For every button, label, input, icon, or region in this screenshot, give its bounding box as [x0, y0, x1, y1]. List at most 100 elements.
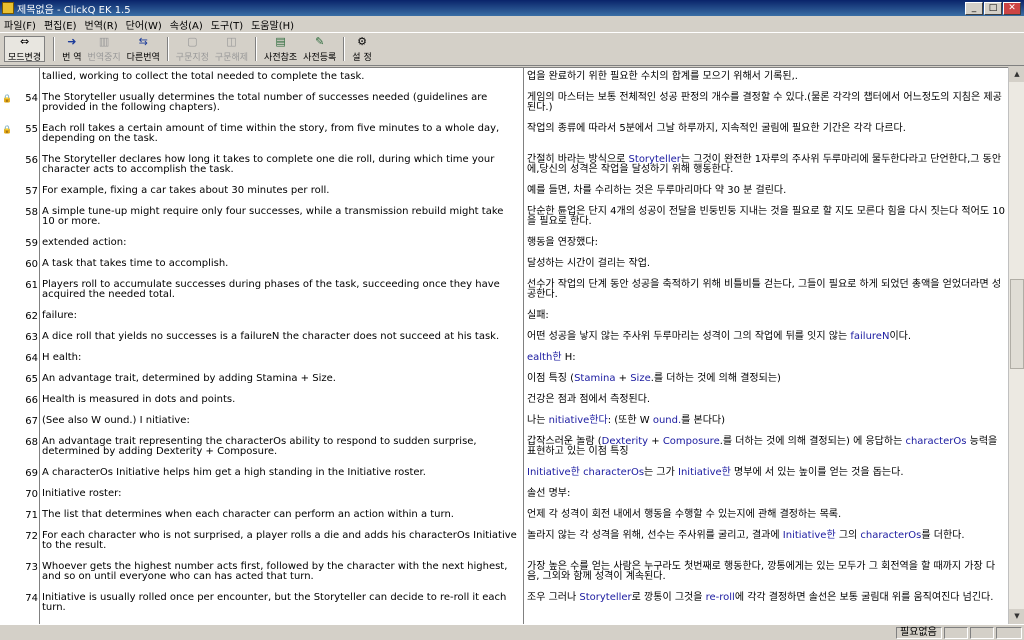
- lock-icon: 🔒: [2, 94, 12, 103]
- source-sentence[interactable]: A characterOs Initiative helps him get a…: [42, 468, 518, 478]
- translated-sentence[interactable]: 갑작스러운 놀람 (Dexterity + Composure.를 더하는 것에…: [527, 437, 1005, 457]
- source-sentence[interactable]: An advantage trait representing the char…: [42, 437, 518, 457]
- source-sentence[interactable]: Initiative is usually rolled once per en…: [42, 593, 518, 613]
- source-sentence[interactable]: A task that takes time to accomplish.: [42, 259, 518, 269]
- toolbar-separator: [255, 37, 258, 61]
- source-sentence[interactable]: The Storyteller declares how long it tak…: [42, 155, 518, 175]
- menu-properties[interactable]: 속성(A): [166, 17, 207, 32]
- swap-icon: ⇆: [138, 34, 148, 48]
- toolbar-separator: [166, 37, 169, 61]
- mode-icon: ⇔: [19, 34, 30, 48]
- vertical-scrollbar[interactable]: ▲ ▼: [1008, 67, 1024, 624]
- translated-sentence[interactable]: 예를 들면, 차를 수리하는 것은 두루마리마다 약 30 분 걸린다.: [527, 186, 1005, 196]
- row-number: 59: [25, 238, 38, 249]
- menu-translate[interactable]: 번역(R): [81, 17, 122, 32]
- scroll-up-icon[interactable]: ▲: [1009, 67, 1024, 82]
- translated-sentence[interactable]: 행동을 연장했다:: [527, 238, 1005, 248]
- row-number: 72: [25, 531, 38, 542]
- translated-sentence[interactable]: 이점 특징 (Stamina + Size.를 더하는 것에 의해 결정되는): [527, 374, 1005, 384]
- translated-sentence[interactable]: 선수가 작업의 단계 동안 성공을 축적하기 위해 비틀비틀 걷는다, 그들이 …: [527, 280, 1005, 300]
- dictionary-register-label: 사전등록: [303, 52, 337, 63]
- source-sentence[interactable]: The list that determines when each chara…: [42, 510, 518, 520]
- dictionary-reference-label: 사전참조: [264, 52, 298, 63]
- title-bar: 제목없음 - ClickQ EK 1.5 _ □ ✕: [0, 0, 1024, 16]
- translated-sentence[interactable]: 언제 각 성격이 회전 내에서 행동을 수행할 수 있는지에 관해 결정하는 목…: [527, 510, 1005, 520]
- arrow-right-icon: ➜: [67, 34, 77, 48]
- translated-sentence[interactable]: 솔선 명부:: [527, 489, 1005, 499]
- phrase-set-button[interactable]: ▢ 구문지정: [173, 33, 212, 65]
- toolbar-separator: [53, 37, 56, 61]
- dictionary-reference-button[interactable]: ▤ 사전참조: [261, 33, 300, 65]
- translated-sentence[interactable]: Initiative한 characterOs는 그가 Initiative한 …: [527, 468, 1005, 478]
- source-sentence[interactable]: (See also W ound.) I nitiative:: [42, 416, 518, 426]
- translated-sentence[interactable]: 놀라지 않는 각 성격을 위해, 선수는 주사위를 굴리고, 결과에 Initi…: [527, 531, 1005, 541]
- source-sentence[interactable]: Whoever gets the highest number acts fir…: [42, 562, 518, 582]
- row-number: 66: [25, 395, 38, 406]
- source-sentence[interactable]: H ealth:: [42, 353, 518, 363]
- translated-sentence[interactable]: 게임의 마스터는 보통 전체적인 성공 판정의 개수를 결정할 수 있다.(물론…: [527, 93, 1005, 113]
- translated-sentence[interactable]: 건강은 점과 점에서 측정된다.: [527, 395, 1005, 405]
- stop-translate-button[interactable]: ▥ 번역중지: [85, 33, 124, 65]
- source-sentence[interactable]: tallied, working to collect the total ne…: [42, 72, 518, 82]
- scroll-thumb[interactable]: [1010, 279, 1024, 369]
- translated-sentence[interactable]: 작업의 종류에 따라서 5분에서 그날 하루까지, 지속적인 굴림에 필요한 기…: [527, 124, 1005, 134]
- translated-sentence[interactable]: 나는 nitiative한다: (또한 W ound.를 본다다): [527, 416, 1005, 426]
- translated-sentence[interactable]: 간절히 바라는 방식으로 Storyteller는 그것이 완전한 1자루의 주…: [527, 155, 1005, 175]
- translate-button[interactable]: ➜ 번 역: [59, 33, 84, 65]
- row-number: 55: [25, 124, 38, 135]
- menu-file[interactable]: 파일(F): [0, 17, 40, 32]
- row-number: 67: [25, 416, 38, 427]
- translated-sentence[interactable]: 어떤 성공을 낳지 않는 주사위 두루마리는 성격이 그의 작업에 뒤를 잇지 …: [527, 332, 1005, 342]
- column-divider: [523, 68, 524, 624]
- phrase-clear-button[interactable]: ◫ 구문해제: [212, 33, 251, 65]
- phrase-clear-label: 구문해제: [214, 52, 249, 63]
- translated-sentence[interactable]: 단순한 튠업은 단지 4개의 성공이 전달을 빈둥빈둥 지내는 것을 필요로 할…: [527, 207, 1005, 227]
- source-sentence[interactable]: extended action:: [42, 238, 518, 248]
- source-sentence[interactable]: failure:: [42, 311, 518, 321]
- source-sentence[interactable]: For example, fixing a car takes about 30…: [42, 186, 518, 196]
- other-translate-label: 다른번역: [126, 52, 160, 63]
- menu-edit[interactable]: 편집(E): [40, 17, 81, 32]
- row-number: 74: [25, 593, 38, 604]
- mode-change-label: 모드변경: [8, 52, 42, 63]
- source-sentence[interactable]: Health is measured in dots and points.: [42, 395, 518, 405]
- maximize-button[interactable]: □: [984, 1, 1002, 15]
- dictionary-icon: ▤: [275, 34, 286, 48]
- row-number: 60: [25, 259, 38, 270]
- source-sentence[interactable]: Initiative roster:: [42, 489, 518, 499]
- translated-sentence[interactable]: 달성하는 시간이 걸리는 작업.: [527, 259, 1005, 269]
- translated-sentence[interactable]: 실패:: [527, 311, 1005, 321]
- menu-word[interactable]: 단어(W): [122, 17, 166, 32]
- stop-translate-label: 번역중지: [87, 52, 121, 63]
- menu-help[interactable]: 도움말(H): [247, 17, 298, 32]
- status-panel: [944, 627, 968, 639]
- source-sentence[interactable]: An advantage trait, determined by adding…: [42, 374, 518, 384]
- row-number: 68: [25, 437, 38, 448]
- stop-icon: ▥: [98, 34, 110, 48]
- close-button[interactable]: ✕: [1003, 1, 1021, 15]
- dictionary-register-button[interactable]: ✎ 사전등록: [300, 33, 339, 65]
- translated-sentence[interactable]: 가장 높은 수를 얻는 사람은 누구라도 첫번째로 행동한다, 깡통에게는 있는…: [527, 562, 1005, 582]
- phrase-set-label: 구문지정: [175, 52, 209, 63]
- source-sentence[interactable]: Each roll takes a certain amount of time…: [42, 124, 518, 144]
- translated-sentence[interactable]: 조우 그러나 Storyteller로 깡통이 그것을 re-roll에 각각 …: [527, 593, 1005, 603]
- menu-tools[interactable]: 도구(T): [207, 17, 247, 32]
- translate-label: 번 역: [62, 52, 82, 63]
- scroll-down-icon[interactable]: ▼: [1009, 609, 1024, 624]
- source-sentence[interactable]: For each character who is not surprised,…: [42, 531, 518, 551]
- translated-sentence[interactable]: 업을 완료하기 위한 필요한 수치의 합계를 모으기 위해서 기록된,.: [527, 72, 1005, 82]
- row-number: 71: [25, 510, 38, 521]
- row-number: 64: [25, 353, 38, 364]
- translation-pane[interactable]: tallied, working to collect the total ne…: [0, 67, 1024, 624]
- other-translate-button[interactable]: ⇆ 다른번역: [124, 33, 163, 65]
- settings-button[interactable]: ⚙ 설 정: [349, 33, 374, 65]
- toolbar: ⇔ 모드변경 ➜ 번 역 ▥ 번역중지 ⇆ 다른번역 ▢ 구문지정 ◫ 구문해제…: [0, 32, 1024, 66]
- minimize-button[interactable]: _: [965, 1, 983, 15]
- source-sentence[interactable]: The Storyteller usually determines the t…: [42, 93, 518, 113]
- source-sentence[interactable]: Players roll to accumulate successes dur…: [42, 280, 518, 300]
- source-sentence[interactable]: A simple tune-up might require only four…: [42, 207, 518, 227]
- source-sentence[interactable]: A dice roll that yields no successes is …: [42, 332, 518, 342]
- translated-sentence[interactable]: ealth한 H:: [527, 353, 1005, 363]
- phrase-set-icon: ▢: [187, 34, 198, 48]
- mode-change-button[interactable]: ⇔ 모드변경: [4, 34, 46, 63]
